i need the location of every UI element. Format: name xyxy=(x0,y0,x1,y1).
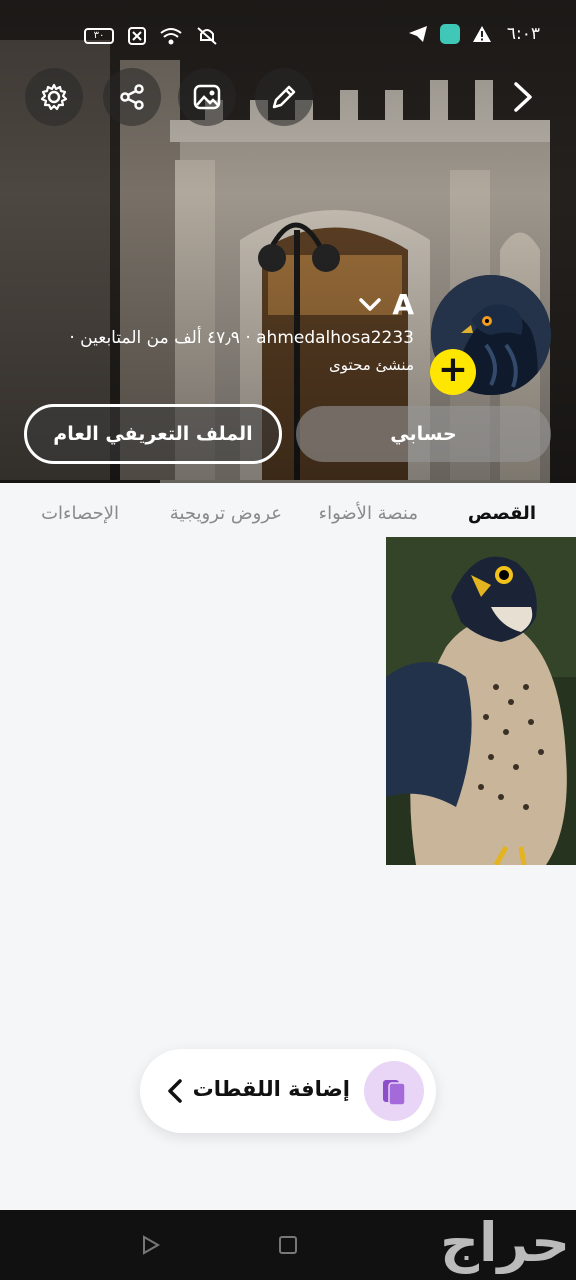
share-button[interactable] xyxy=(103,68,161,126)
status-right-icons xyxy=(408,24,492,44)
snaps-icon xyxy=(364,1061,424,1121)
mute-icon xyxy=(197,27,217,45)
share-icon xyxy=(120,84,144,110)
tab-promotions[interactable]: عروض ترويجية xyxy=(170,503,282,524)
edit-profile-button[interactable] xyxy=(255,68,313,126)
add-snaps-label: إضافة اللقطات xyxy=(192,1077,350,1101)
forward-chevron-icon[interactable] xyxy=(508,80,538,114)
clock: ٦:٠٣ xyxy=(506,24,540,44)
tab-stories[interactable]: القصص xyxy=(468,503,536,524)
username-followers: ahmedalhosa2233 · ٤٧٫٩ ألف من المتابعين … xyxy=(69,328,414,348)
add-snaps-button[interactable]: إضافة اللقطات xyxy=(140,1049,436,1133)
change-cover-button[interactable] xyxy=(178,68,236,126)
display-name-row[interactable]: A xyxy=(358,288,414,321)
chevron-down-icon xyxy=(359,297,382,311)
nav-home-icon[interactable] xyxy=(279,1236,297,1254)
wifi-icon xyxy=(160,28,182,45)
story-thumbnail[interactable] xyxy=(386,537,576,865)
chevron-left-icon xyxy=(168,1079,182,1103)
public-profile-button[interactable]: الملف التعريفي العام xyxy=(24,404,282,464)
tab-statistics[interactable]: الإحصاءات xyxy=(41,503,119,524)
settings-button[interactable] xyxy=(25,68,83,126)
status-left-icons: ٣٠ xyxy=(84,26,218,46)
profile-tabs: القصص منصة الأضواء عروض ترويجية الإحصاءا… xyxy=(0,483,576,535)
warning-icon xyxy=(473,26,491,42)
battery-icon: ٣٠ xyxy=(84,28,114,44)
nav-back-icon[interactable] xyxy=(140,1234,162,1256)
telegram-icon xyxy=(409,26,427,42)
close-box-icon xyxy=(128,27,146,45)
display-name: A xyxy=(392,288,414,321)
add-story-button[interactable]: + xyxy=(430,349,476,395)
tab-spotlight[interactable]: منصة الأضواء xyxy=(319,503,418,524)
settings-icon xyxy=(40,83,68,111)
messaging-app-icon xyxy=(440,24,460,44)
profile-header: ٣٠ ٦:٠٣ + A ahmedalhosa2233 · ٤٧٫٩ ألف م… xyxy=(0,0,576,483)
edit-icon xyxy=(272,85,296,109)
creator-label: منشئ محتوى xyxy=(329,356,414,374)
status-bar: ٣٠ ٦:٠٣ xyxy=(0,18,576,54)
falcon-story-image xyxy=(386,537,576,865)
my-account-button[interactable]: حسابي xyxy=(296,406,551,462)
watermark-logo: حراج xyxy=(440,1211,572,1274)
image-icon xyxy=(193,84,221,110)
